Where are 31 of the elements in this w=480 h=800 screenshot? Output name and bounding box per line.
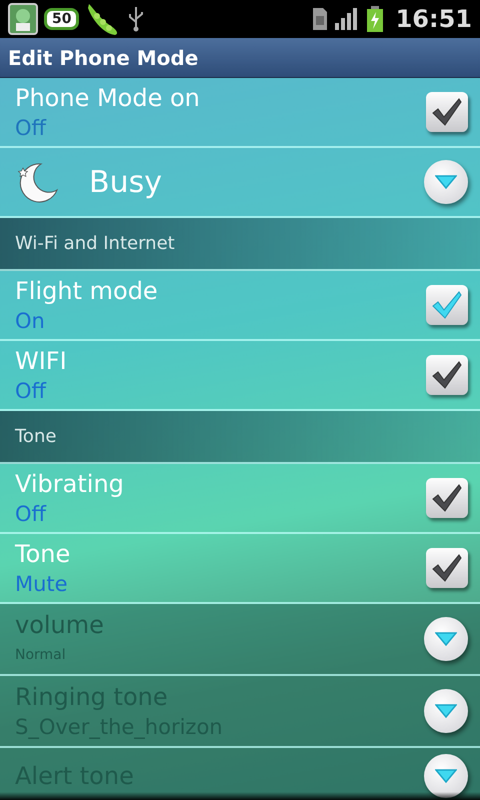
setting-value: Off (15, 115, 48, 142)
setting-value: Off (15, 501, 48, 528)
setting-label: WIFI (15, 346, 68, 377)
setting-value: Off (15, 378, 48, 405)
setting-label: Flight mode (15, 276, 159, 307)
battery-charging-icon (366, 5, 384, 33)
setting-label: Phone Mode on (15, 83, 201, 114)
section-title: Wi-Fi and Internet (15, 233, 175, 254)
checkbox[interactable] (426, 478, 468, 518)
setting-label: Vibrating (15, 469, 125, 500)
mode-label: Busy (89, 164, 163, 200)
setting-label: volume (15, 610, 105, 641)
checkbox[interactable] (426, 548, 468, 588)
app-icon (8, 3, 38, 35)
setting-value: On (15, 308, 46, 335)
caret-down-icon (435, 175, 457, 189)
caret-down-icon (435, 632, 457, 646)
checkbox[interactable] (426, 355, 468, 395)
clock: 16:51 (396, 5, 472, 33)
setting-value: Mute (15, 571, 69, 598)
usb-icon (127, 6, 146, 32)
checkbox[interactable] (426, 92, 468, 132)
caret-down-icon (435, 704, 457, 718)
signal-icon (334, 7, 360, 31)
sim-card-icon (312, 7, 328, 31)
section-title: Tone (15, 426, 56, 447)
setting-label: Tone (15, 539, 72, 570)
caret-down-icon (435, 769, 457, 783)
notification-badge: 50 (44, 8, 80, 30)
screen-title: Edit Phone Mode (8, 46, 198, 70)
checkbox[interactable] (426, 285, 468, 325)
